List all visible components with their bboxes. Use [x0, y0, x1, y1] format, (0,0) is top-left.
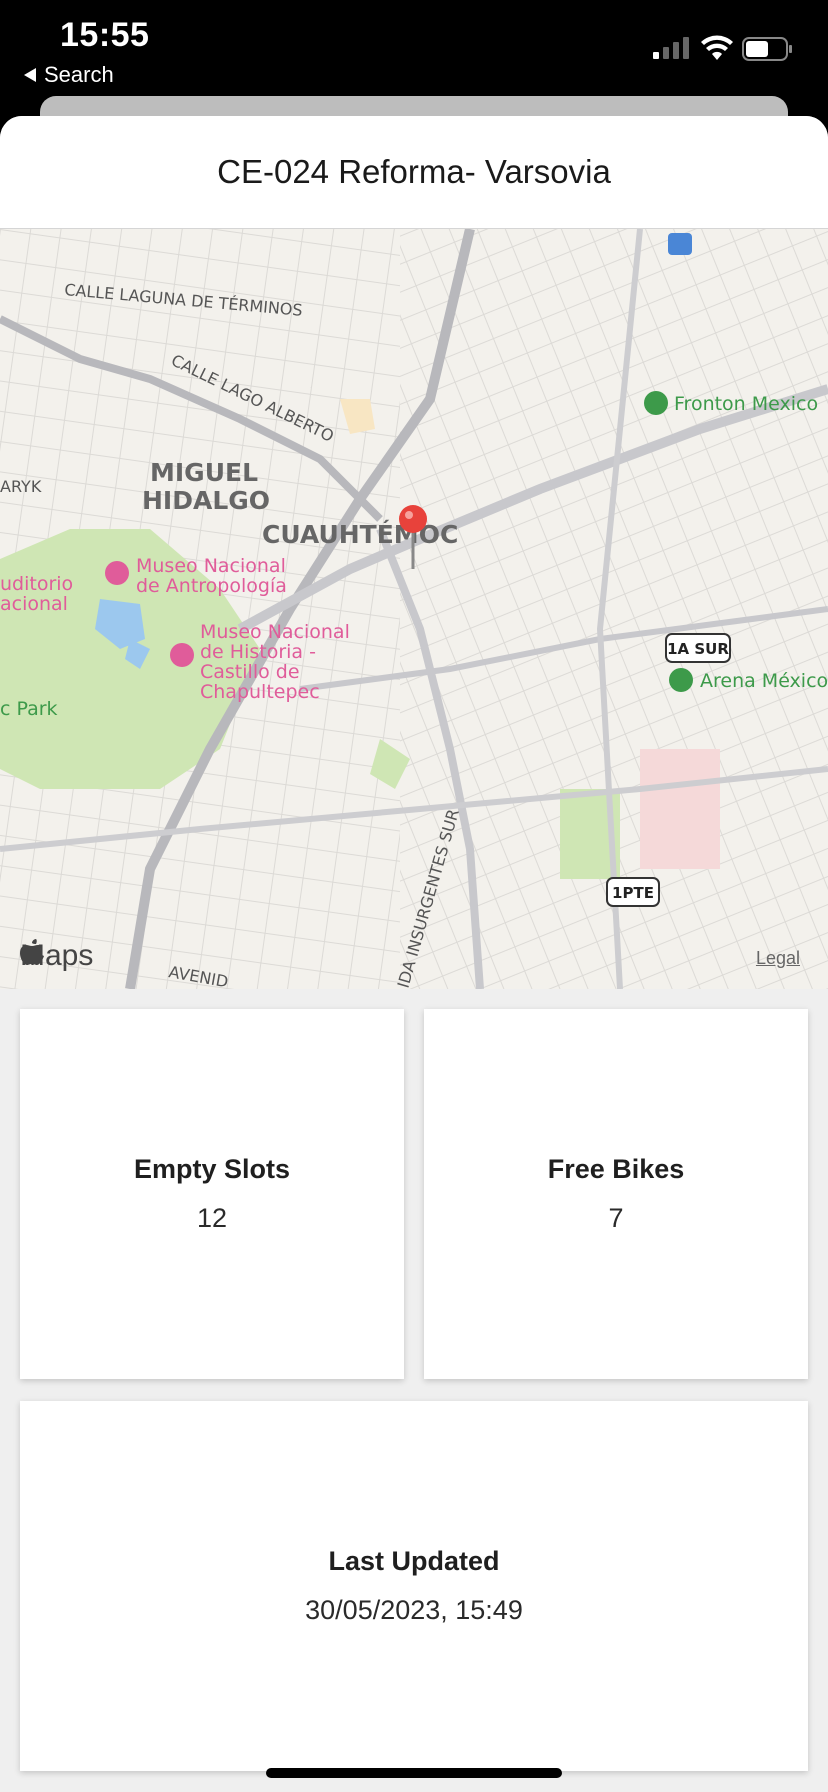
- fronton-icon[interactable]: [644, 391, 668, 415]
- shield-1pte-label: 1PTE: [612, 884, 654, 902]
- legal-link[interactable]: Legal: [756, 948, 800, 969]
- pink-block: [640, 749, 720, 869]
- status-time: 15:55: [60, 16, 150, 54]
- label-hidalgo: HIDALGO: [142, 486, 270, 515]
- free-bikes-value: 7: [608, 1203, 624, 1233]
- home-indicator[interactable]: [266, 1768, 562, 1778]
- station-map[interactable]: CALLE LAGUNA DE TÉRMINOS CALLE LAGO ALBE…: [0, 229, 828, 989]
- empty-slots-title: Empty Slots: [133, 1154, 291, 1184]
- museum-icon-2[interactable]: [170, 643, 194, 667]
- label-museo-hist-4: Chapultepec: [200, 681, 320, 703]
- arena-icon[interactable]: [669, 668, 693, 692]
- station-sheet: CE-024 Reforma- Varsovia CALLE LAGUNA DE…: [0, 116, 828, 1792]
- station-title: CE-024 Reforma- Varsovia: [217, 153, 611, 190]
- label-aryk: ARYK: [0, 477, 42, 496]
- status-bar: 15:55 Search: [0, 0, 828, 100]
- cellular-signal-icon: [653, 37, 689, 59]
- label-museo-antro-1: Museo Nacional: [136, 555, 286, 577]
- label-museo-hist-2: de Historia -: [200, 641, 316, 663]
- sheet-header: CE-024 Reforma- Varsovia: [0, 116, 828, 229]
- back-to-search-button[interactable]: Search: [24, 62, 114, 88]
- label-museo-hist-1: Museo Nacional: [200, 621, 350, 643]
- museum-icon[interactable]: [105, 561, 129, 585]
- empty-slots-value: 12: [196, 1203, 228, 1233]
- label-cuauhtemoc: CUAUHTÉMOC: [262, 520, 458, 549]
- back-label: Search: [44, 62, 114, 87]
- last-updated-card: Last Updated 30/05/2023, 15:49: [20, 1401, 808, 1771]
- label-miguel: MIGUEL: [150, 458, 258, 487]
- label-auditorio-2: acional: [0, 593, 68, 615]
- last-updated-value: 30/05/2023, 15:49: [305, 1595, 523, 1625]
- label-fronton: Fronton Mexico: [674, 393, 818, 415]
- wifi-icon: [701, 35, 733, 60]
- label-museo-antro-2: de Antropología: [136, 575, 287, 597]
- apple-maps-logo: Maps: [20, 939, 93, 973]
- map-canvas[interactable]: CALLE LAGUNA DE TÉRMINOS CALLE LAGO ALBE…: [0, 229, 828, 989]
- free-bikes-card: Free Bikes 7: [424, 1009, 808, 1379]
- label-arena: Arena México: [700, 670, 828, 692]
- shield-1a-label: 1A SUR: [667, 640, 729, 658]
- metro-station-icon[interactable]: [668, 233, 692, 255]
- label-museo-hist-3: Castillo de: [200, 661, 300, 683]
- battery-icon: [742, 37, 792, 61]
- free-bikes-title: Free Bikes: [547, 1154, 685, 1184]
- back-arrow-icon: [24, 68, 36, 82]
- empty-slots-card: Empty Slots 12: [20, 1009, 404, 1379]
- label-park: c Park: [0, 698, 58, 720]
- last-updated-title: Last Updated: [328, 1546, 500, 1576]
- apple-icon: [20, 939, 44, 965]
- label-auditorio-1: uditorio: [0, 573, 73, 595]
